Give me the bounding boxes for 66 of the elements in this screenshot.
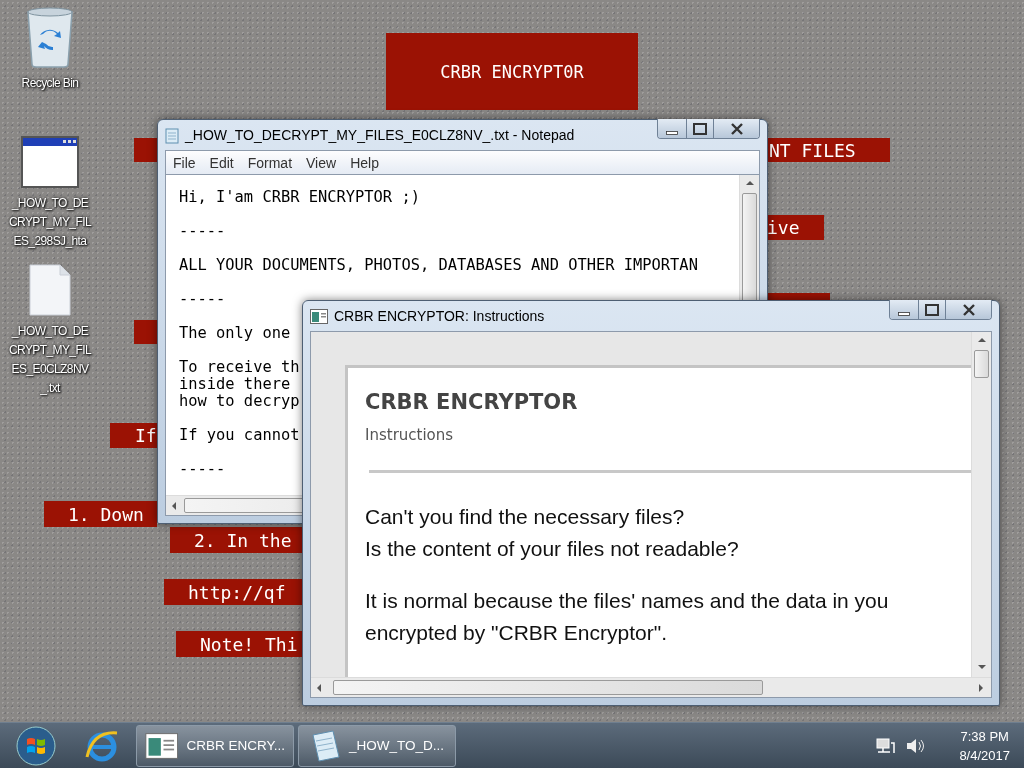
menu-item[interactable]: Format	[240, 154, 300, 171]
wallpaper-banner: Note! Thi	[176, 631, 302, 657]
maximize-button[interactable]	[918, 300, 945, 319]
close-button[interactable]	[713, 119, 759, 138]
text-line: If you cannot	[179, 427, 300, 444]
wallpaper-banner: 1. Down	[44, 501, 157, 527]
maximize-button[interactable]	[686, 119, 713, 138]
scrollbar-thumb[interactable]	[333, 680, 763, 695]
wallpaper-banner: NT FILES	[767, 138, 890, 162]
text-line: -----	[179, 291, 226, 308]
text-line: ALL YOUR DOCUMENTS, PHOTOS, DATABASES AND OTHER IMPORTAN	[179, 257, 698, 274]
desktop-icon-label[interactable]: _HOW_TO_DECRYPT_MY_FILES_298SJ_hta	[8, 194, 92, 251]
wallpaper-banner: 2. In the	[170, 527, 302, 553]
menu-item[interactable]: Help	[343, 154, 386, 171]
text-line: Hi, I'am CRBR ENCRYPTOR ;)	[179, 189, 420, 206]
text-line: inside there	[179, 376, 291, 393]
vertical-scrollbar[interactable]	[971, 332, 991, 677]
paragraph-line: It is normal because the files' names and the data in you	[365, 588, 890, 614]
volume-icon[interactable]	[905, 736, 926, 755]
menu-item[interactable]: Edit	[202, 154, 241, 171]
text-line: -----	[179, 223, 226, 240]
maximize-icon	[693, 122, 707, 135]
page-heading: CRBR ENCRYPTOR	[365, 390, 579, 414]
start-button[interactable]	[14, 723, 58, 768]
document-icon	[29, 264, 71, 316]
wallpaper-banner: CRBR ENCRYPT0R	[386, 33, 638, 110]
taskbar-button[interactable]: CRBR ENCRY...	[136, 724, 294, 767]
minimize-button[interactable]	[658, 119, 686, 138]
clock-time: 7:38 PM	[960, 727, 1009, 746]
wallpaper-banner	[134, 138, 157, 162]
text-line: To receive th	[179, 359, 300, 376]
wallpaper-banner	[134, 320, 157, 344]
menu-item[interactable]: File	[166, 154, 203, 171]
text-line: how to decryp	[179, 393, 300, 410]
network-icon[interactable]	[875, 736, 896, 755]
notepad-icon	[165, 126, 179, 144]
close-icon	[729, 122, 744, 135]
menu-item[interactable]: View	[299, 154, 344, 171]
recycle-bin-icon	[25, 6, 75, 68]
wallpaper-banner: http://qf	[164, 579, 302, 605]
clock[interactable]: 7:38 PM 8/4/2017	[959, 726, 1010, 765]
paragraph-line: Can't you find the necessary files?	[365, 504, 686, 530]
page-subheading: Instructions	[365, 426, 455, 444]
taskbar-button[interactable]: _HOW_TO_D...	[298, 724, 456, 767]
window-icon	[21, 136, 79, 188]
minimize-icon	[666, 130, 678, 135]
paragraph-line: Is the content of your files not readable?	[365, 536, 740, 562]
clock-date: 8/4/2017	[959, 746, 1010, 765]
scrollbar-thumb[interactable]	[974, 350, 989, 378]
wallpaper-banner: ive	[767, 215, 824, 240]
minimize-icon	[898, 311, 910, 316]
window-title: _HOW_TO_DECRYPT_MY_FILES_E0CLZ8NV_.txt - Notepad	[185, 127, 576, 143]
text-line: The only one	[179, 325, 291, 342]
app-window-icon	[310, 308, 328, 324]
horizontal-scrollbar[interactable]	[311, 677, 991, 697]
window-title: CRBR ENCRYPTOR: Instructions	[334, 308, 546, 324]
app-window-icon	[145, 730, 179, 761]
paragraph-line: encrypted by "CRBR Encryptor".	[365, 620, 669, 646]
maximize-icon	[925, 303, 939, 316]
desktop-icon-label[interactable]: Recycle Bin	[4, 74, 96, 93]
close-icon	[961, 303, 976, 316]
text-line: -----	[179, 461, 226, 478]
minimize-button[interactable]	[890, 300, 918, 319]
desktop-icon-label[interactable]: _HOW_TO_DECRYPT_MY_FILES_E0CLZ8NV_.txt	[8, 322, 92, 398]
close-button[interactable]	[945, 300, 991, 319]
wallpaper-banner: If	[110, 423, 157, 448]
